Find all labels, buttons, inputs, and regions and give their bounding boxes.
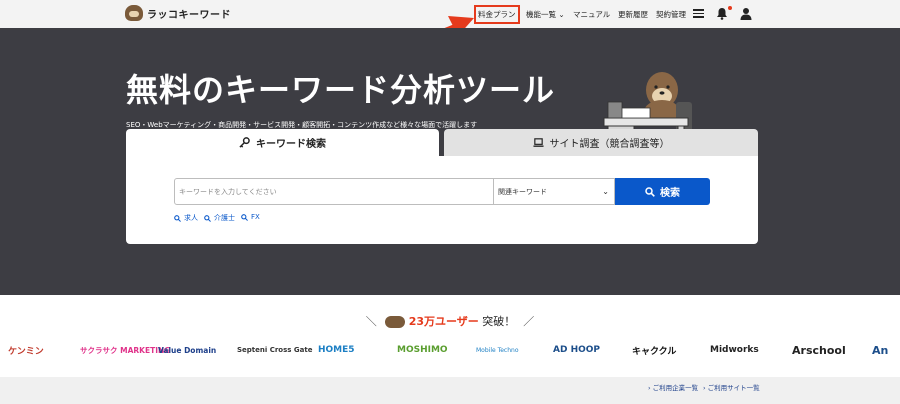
users-count: 23万ユーザー [408, 315, 479, 328]
nav-contract[interactable]: 契約管理 [656, 9, 686, 20]
search-button-label: 検索 [660, 188, 680, 199]
user-companies-band: ＼ 23万ユーザー 突破！ ／ ケンミン サクラサク MARKETING Value… [0, 295, 900, 377]
sites-list-label: ご利用サイト一覧 [707, 384, 760, 392]
search-icon [241, 213, 248, 221]
search-type-select[interactable]: 関連キーワード ⌄ [493, 178, 615, 205]
otter-logo-icon [125, 5, 143, 21]
companies-list-link[interactable]: › ご利用企業一覧 [648, 382, 698, 392]
nav-changelog[interactable]: 更新履歴 [618, 9, 648, 20]
nav-manual[interactable]: マニュアル [573, 9, 610, 20]
search-icon [204, 214, 211, 222]
search-icon [645, 186, 655, 197]
logo-text: ラッコキーワード [147, 9, 231, 21]
quick-link-2[interactable]: 介護士 [204, 213, 235, 223]
nav-features-label: 機能一覧 [526, 10, 556, 19]
search-panel: キーワードを入力してください 関連キーワード ⌄ 検索 求人 介護士 FX [126, 156, 758, 244]
tab-site-research[interactable]: サイト調査（競合調査等） [444, 129, 758, 156]
search-input[interactable]: キーワードを入力してください [174, 178, 494, 205]
company-logo: Arschool [792, 343, 846, 357]
tab-site-label: サイト調査（競合調査等） [549, 139, 670, 150]
quick-link-1[interactable]: 求人 [174, 213, 198, 223]
quick-link-label: 求人 [184, 214, 198, 222]
hamburger-icon[interactable] [693, 9, 704, 18]
users-suffix: 突破！ [482, 315, 516, 328]
footer-links: › ご利用企業一覧 › ご利用サイト一覧 [0, 377, 900, 404]
search-button[interactable]: 検索 [615, 178, 710, 205]
companies-list-label: ご利用企業一覧 [652, 384, 699, 392]
company-logo: Septeni Cross Gate [237, 346, 313, 354]
decor-slash: ＼ [365, 315, 377, 328]
quick-link-label: FX [251, 213, 260, 221]
company-logo: HOME5 [318, 345, 355, 355]
chevron-down-icon: ⌄ [558, 10, 565, 19]
chevron-down-icon: ⌄ [602, 187, 609, 196]
company-logo: Midworks [710, 345, 759, 355]
user-icon[interactable] [740, 7, 752, 20]
bell-icon[interactable] [716, 7, 728, 20]
site-logo[interactable]: ラッコキーワード [125, 5, 231, 21]
hero-title: 無料のキーワード分析ツール [126, 71, 556, 109]
key-icon [239, 137, 250, 148]
search-icon [174, 214, 181, 222]
company-logo: An [872, 343, 889, 357]
sites-list-link[interactable]: › ご利用サイト一覧 [703, 382, 760, 392]
quick-link-label: 介護士 [214, 214, 235, 222]
otter-icon [384, 316, 405, 328]
search-type-value: 関連キーワード [498, 187, 547, 196]
company-logo: MOSHIMO [397, 345, 448, 355]
nav-pricing[interactable]: 料金プラン [474, 5, 520, 24]
laptop-icon [532, 138, 544, 147]
company-logo: Mobile Techno [476, 346, 519, 354]
company-logo: キャククル [632, 346, 677, 357]
company-logo: サクラサク MARKETING [80, 345, 171, 355]
company-logo: ケンミン [8, 346, 44, 357]
quick-link-3[interactable]: FX [241, 213, 260, 221]
users-count-line: ＼ 23万ユーザー 突破！ ／ [0, 313, 900, 329]
nav-features[interactable]: 機能一覧 ⌄ [526, 9, 565, 20]
company-logo: Value Domain [158, 345, 217, 355]
tab-keyword-search[interactable]: キーワード検索 [126, 129, 439, 156]
notification-dot [728, 6, 732, 10]
company-logo: AD HOOP [553, 345, 600, 355]
tab-keyword-label: キーワード検索 [256, 139, 326, 150]
decor-slash: ／ [523, 315, 535, 328]
